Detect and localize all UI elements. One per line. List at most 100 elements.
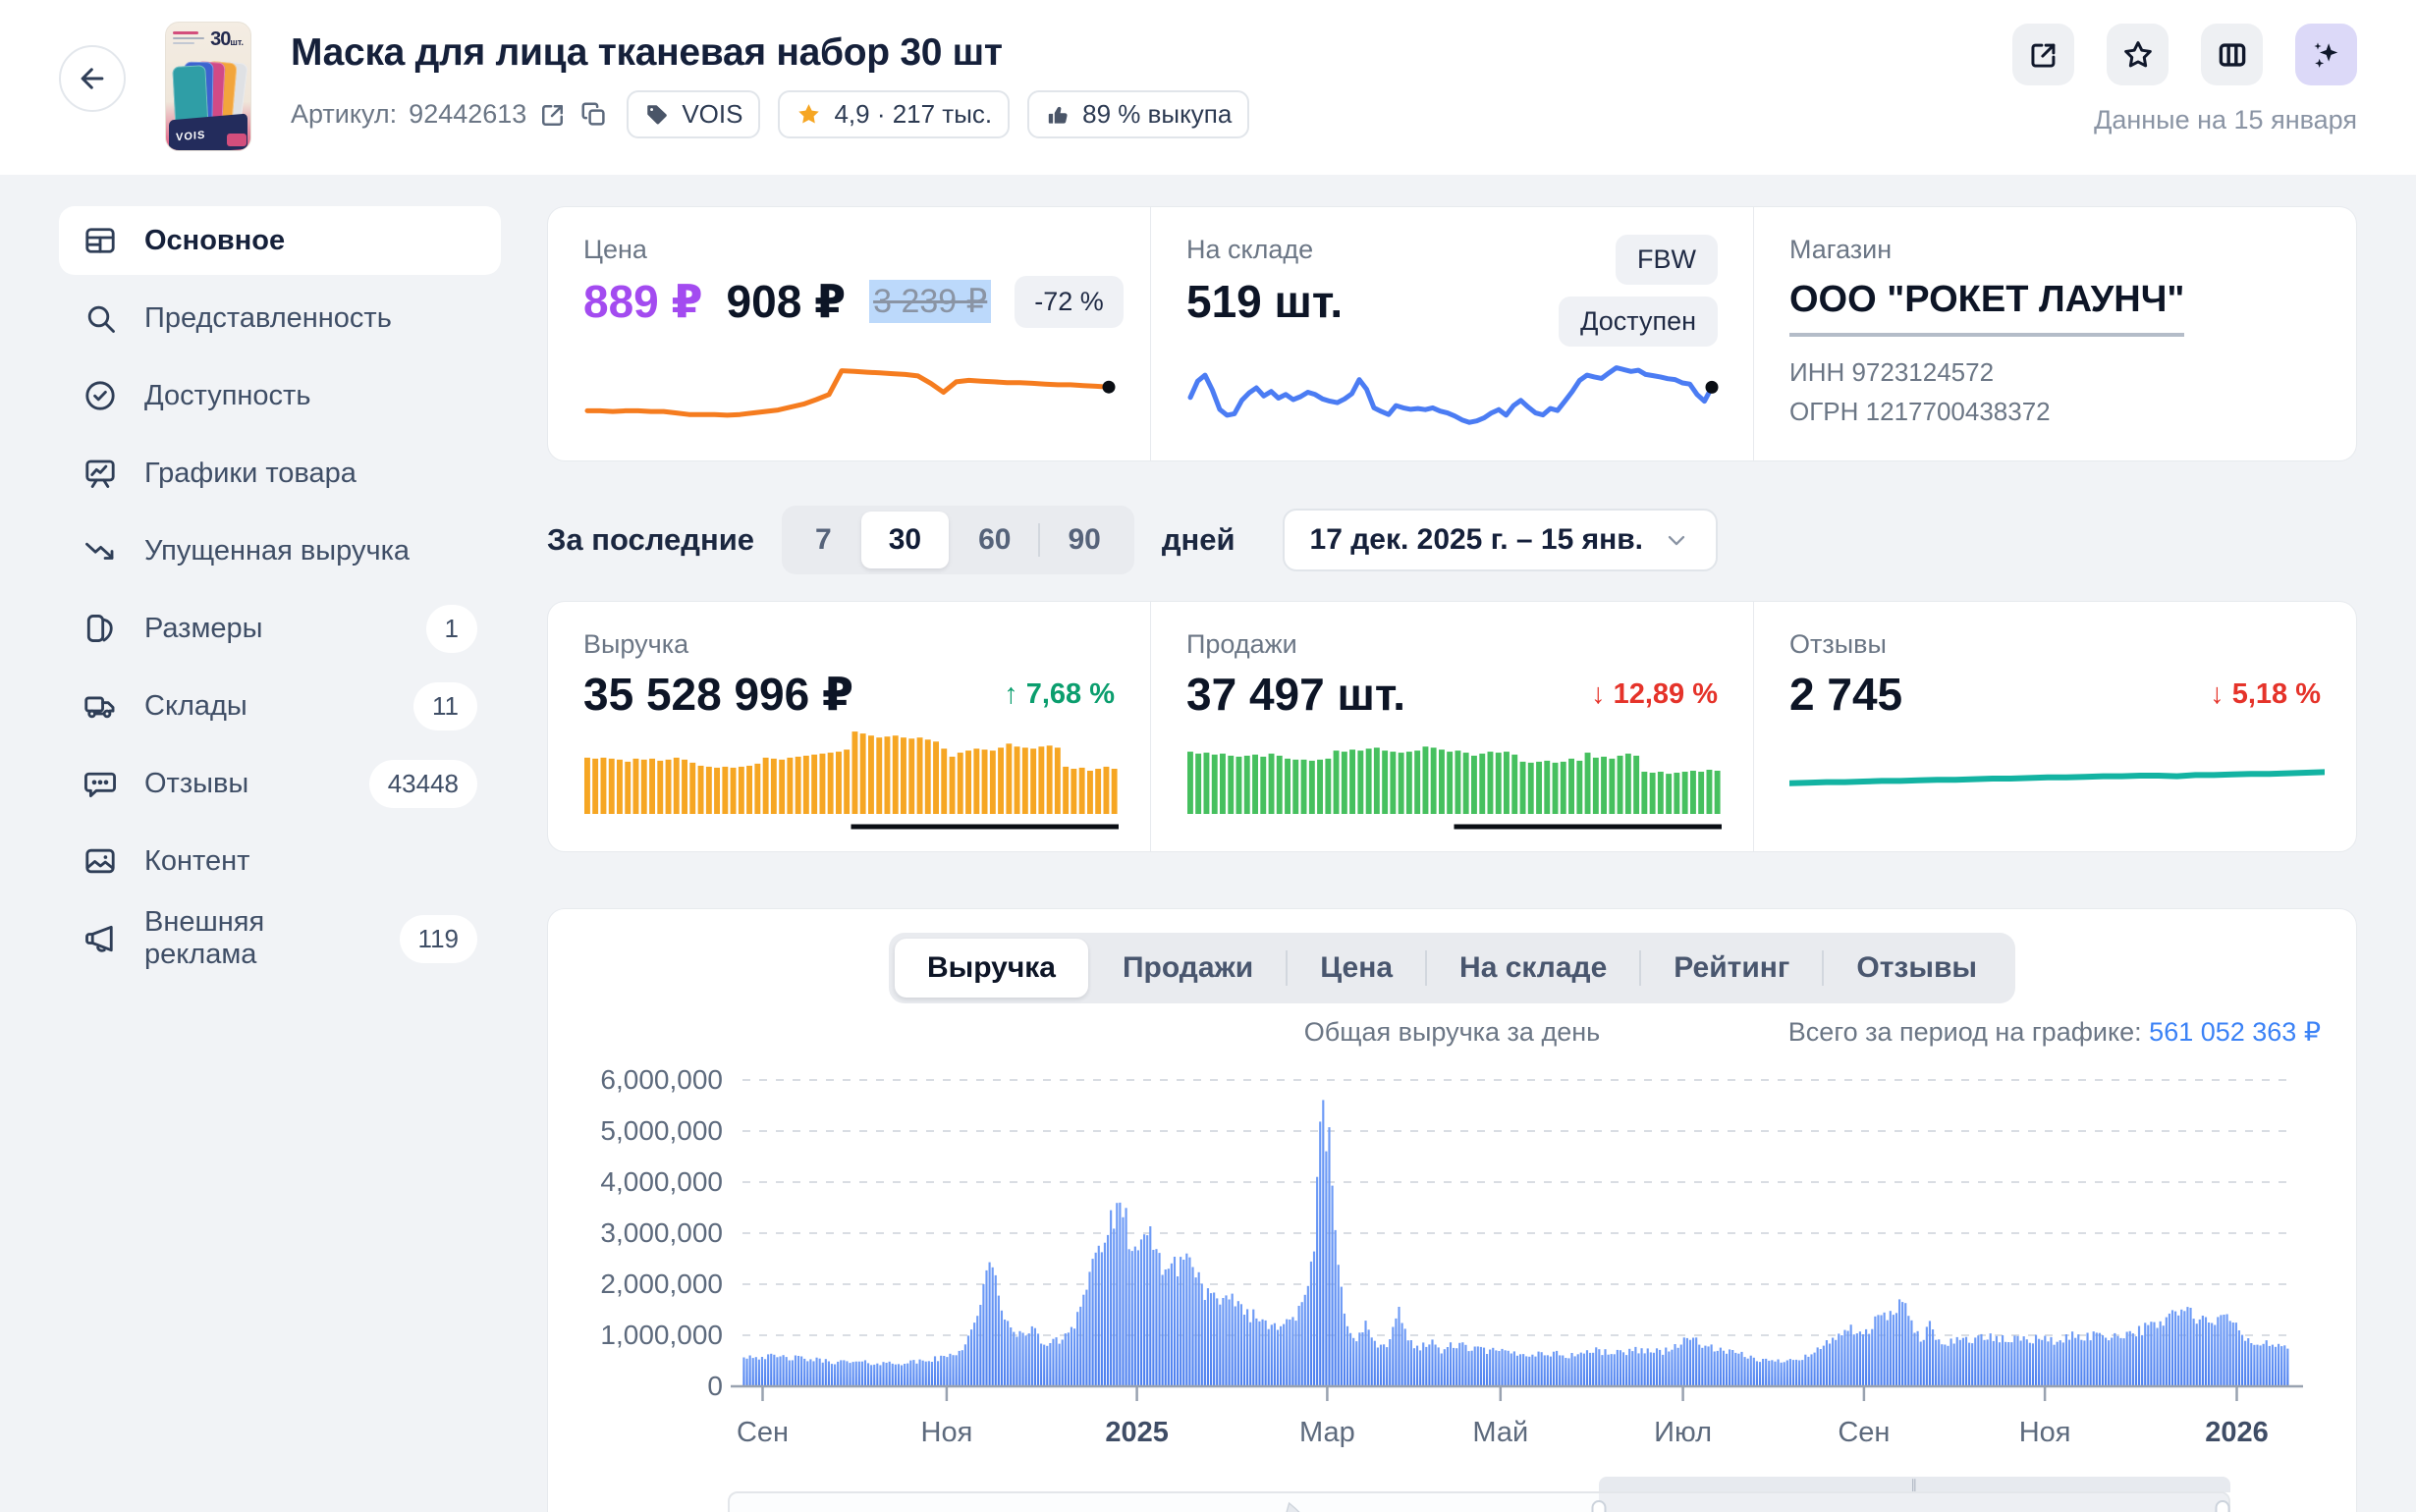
period-option-30[interactable]: 30 — [861, 512, 949, 568]
copy-icon[interactable] — [579, 100, 609, 130]
sidebar-item-availability[interactable]: Доступность — [59, 361, 501, 430]
open-external-button[interactable] — [2012, 24, 2074, 85]
sidebar-badge-warehouses: 11 — [413, 682, 477, 730]
rating-badge[interactable]: 4,9 · 217 тыс. — [778, 90, 1010, 138]
megaphone-icon — [82, 921, 118, 956]
sidebar-item-lost-revenue[interactable]: Упущенная выручка — [59, 516, 501, 585]
x-tick-label: Июл — [1654, 1417, 1712, 1448]
shop-name[interactable]: ООО "РОКЕТ ЛАУНЧ" — [1789, 279, 2184, 337]
arrow-left-icon — [76, 62, 109, 95]
sidebar-item-product-charts[interactable]: Графики товара — [59, 439, 501, 508]
chat-icon — [82, 766, 118, 801]
sales-value: 37 497 шт. — [1186, 668, 1405, 721]
brush-grip-handle[interactable]: ∥ — [1599, 1477, 2230, 1492]
reviews-metric-card: Отзывы 2 745 ↓5,18 % — [1754, 602, 2356, 851]
sidebar-item-label: Внешняя реклама — [144, 906, 373, 971]
header: 30шт. VOIS Маска для лица тканевая набор… — [0, 0, 2416, 175]
x-tick-label: Мар — [1299, 1417, 1355, 1448]
period-option-7[interactable]: 7 — [788, 512, 859, 568]
x-tick-label: Май — [1472, 1417, 1528, 1448]
article-label: Артикул: — [291, 99, 397, 130]
tab-reviews[interactable]: Отзывы — [1824, 939, 2009, 998]
columns-button[interactable] — [2201, 24, 2263, 85]
sidebar-item-label: Представленность — [144, 302, 392, 335]
sidebar-item-external-ads[interactable]: Внешняя реклама 119 — [59, 904, 501, 973]
sidebar-item-label: Основное — [144, 225, 285, 257]
star-outline-icon — [2121, 38, 2155, 72]
truck-icon — [82, 688, 118, 724]
sales-metric-card: Продажи 37 497 шт. ↓12,89 % — [1151, 602, 1753, 851]
reviews-delta: ↓5,18 % — [2210, 678, 2321, 711]
tab-price[interactable]: Цена — [1288, 939, 1425, 998]
product-image[interactable]: 30шт. VOIS — [165, 22, 251, 151]
tab-revenue[interactable]: Выручка — [895, 939, 1088, 998]
thumb-decor — [173, 31, 198, 34]
stock-sparkline — [1186, 352, 1718, 435]
thumb-up-icon — [1045, 102, 1071, 128]
chevron-down-icon — [1663, 526, 1690, 554]
price-card-label: Цена — [583, 235, 1115, 265]
article-value: 92442613 — [409, 99, 526, 130]
thumb-decor — [173, 42, 194, 44]
brand-badge[interactable]: VOIS — [627, 90, 760, 138]
y-tick-label: 1,000,000 — [600, 1320, 723, 1350]
period-option-60[interactable]: 60 — [951, 512, 1038, 568]
sidebar-item-presence[interactable]: Представленность — [59, 284, 501, 352]
price-old: 3 239 ₽ — [869, 280, 991, 323]
revenue-label: Выручка — [583, 629, 1115, 660]
back-button[interactable] — [59, 45, 126, 112]
sidebar-item-warehouses[interactable]: Склады 11 — [59, 672, 501, 740]
external-link-icon[interactable] — [538, 100, 568, 130]
sidebar-item-reviews[interactable]: Отзывы 43448 — [59, 749, 501, 818]
thumb-price-tag — [227, 134, 247, 146]
main-chart-card: Выручка Продажи Цена На складе Рейтинг О… — [547, 908, 2357, 1512]
x-tick-label: Сен — [737, 1417, 789, 1448]
brush-right-handle[interactable] — [2216, 1500, 2230, 1512]
page-title: Маска для лица тканевая набор 30 шт — [291, 31, 1249, 75]
price-current: 889 ₽ — [583, 275, 703, 328]
date-range-dropdown[interactable]: 17 дек. 2025 г. – 15 янв. — [1283, 509, 1718, 571]
tab-rating[interactable]: Рейтинг — [1641, 939, 1822, 998]
period-suffix-label: дней — [1162, 522, 1235, 558]
rating-badge-label: 4,9 · 217 тыс. — [834, 99, 992, 130]
reviews-value: 2 745 — [1789, 668, 1902, 721]
x-tick-label: 2025 — [1105, 1417, 1169, 1448]
chart-total-label: Всего за период на графике: — [1788, 1017, 2142, 1047]
reviews-label: Отзывы — [1789, 629, 2321, 660]
x-tick-label: Ноя — [921, 1417, 973, 1448]
revenue-metric-card: Выручка 35 528 996 ₽ ↑7,68 % — [548, 602, 1150, 851]
sidebar-item-sizes[interactable]: Размеры 1 — [59, 594, 501, 663]
period-segmented-control: 7 30 60 90 — [782, 506, 1134, 574]
sidebar-item-label: Отзывы — [144, 768, 248, 800]
shop-inn: ИНН 9723124572 — [1789, 352, 2321, 392]
tab-stock[interactable]: На складе — [1427, 939, 1639, 998]
y-tick-label: 5,000,000 — [600, 1115, 723, 1146]
favorite-button[interactable] — [2107, 24, 2169, 85]
columns-icon — [2216, 38, 2249, 72]
check-circle-icon — [82, 378, 118, 413]
buyout-badge[interactable]: 89 % выкупа — [1027, 90, 1249, 138]
sales-mini-chart — [1186, 728, 1718, 834]
delta-down-icon: ↓ — [1591, 678, 1606, 711]
brush-left-handle[interactable] — [1592, 1500, 1607, 1512]
tab-sales[interactable]: Продажи — [1090, 939, 1286, 998]
revenue-mini-chart — [583, 728, 1115, 834]
fbw-badge: FBW — [1616, 235, 1718, 285]
sidebar-item-content[interactable]: Контент — [59, 827, 501, 895]
external-link-icon — [2027, 38, 2060, 72]
shop-card-label: Магазин — [1789, 235, 2321, 265]
chart-total-value[interactable]: 561 052 363 ₽ — [2149, 1017, 2321, 1047]
chart-brush[interactable]: ∥ — [728, 1477, 2230, 1512]
table-icon — [82, 223, 118, 258]
thumb-decor — [173, 37, 204, 39]
sidebar-badge-external-ads: 119 — [400, 915, 477, 963]
sidebar-item-main[interactable]: Основное — [59, 206, 501, 275]
sizes-icon — [82, 611, 118, 646]
y-tick-label: 3,000,000 — [600, 1217, 723, 1248]
ai-assistant-button[interactable] — [2295, 24, 2357, 85]
brush-track[interactable] — [728, 1491, 2230, 1512]
delta-down-icon: ↓ — [2210, 678, 2224, 711]
period-option-90[interactable]: 90 — [1040, 512, 1127, 568]
revenue-daily-bar-chart[interactable]: 01,000,0002,000,0003,000,0004,000,0005,0… — [583, 1056, 2324, 1469]
price-base: 908 ₽ — [727, 275, 847, 328]
